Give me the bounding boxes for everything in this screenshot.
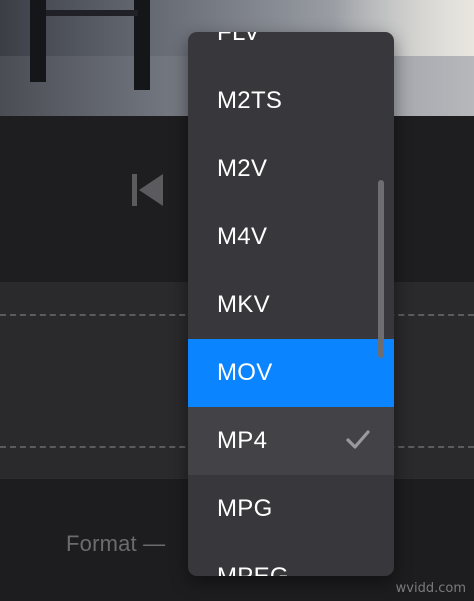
- video-chair-leg: [30, 0, 46, 82]
- format-option-label: MOV: [217, 359, 273, 386]
- format-option-m2ts[interactable]: M2TS: [188, 67, 394, 135]
- format-option-label: MP4: [217, 427, 268, 454]
- format-option-flv[interactable]: FLV: [188, 32, 394, 67]
- format-option-label: MKV: [217, 291, 270, 318]
- format-option-label: MPG: [217, 495, 273, 522]
- format-option-mpeg[interactable]: MPEG: [188, 543, 394, 576]
- dropdown-scrollbar[interactable]: [378, 180, 384, 358]
- format-option-label: FLV: [217, 32, 261, 46]
- video-chair-leg: [46, 10, 138, 16]
- format-option-mpg[interactable]: MPG: [188, 475, 394, 543]
- format-dropdown[interactable]: FLV M2TS M2V M4V MKV MOV MP4 MPG MPEG: [188, 32, 394, 576]
- format-option-label: M4V: [217, 223, 268, 250]
- watermark: wvidd.com: [395, 581, 466, 596]
- skip-back-icon[interactable]: [132, 172, 164, 208]
- format-option-mov[interactable]: MOV: [188, 339, 394, 407]
- format-option-label: M2V: [217, 155, 268, 182]
- format-option-label: MPEG: [217, 563, 289, 576]
- format-dropdown-list: FLV M2TS M2V M4V MKV MOV MP4 MPG MPEG: [188, 32, 394, 576]
- format-option-label: M2TS: [217, 87, 283, 114]
- format-option-mp4[interactable]: MP4: [188, 407, 394, 475]
- checkmark-icon: [346, 430, 370, 449]
- format-option-mkv[interactable]: MKV: [188, 271, 394, 339]
- format-option-m2v[interactable]: M2V: [188, 135, 394, 203]
- format-option-m4v[interactable]: M4V: [188, 203, 394, 271]
- format-label: Format —: [66, 531, 166, 556]
